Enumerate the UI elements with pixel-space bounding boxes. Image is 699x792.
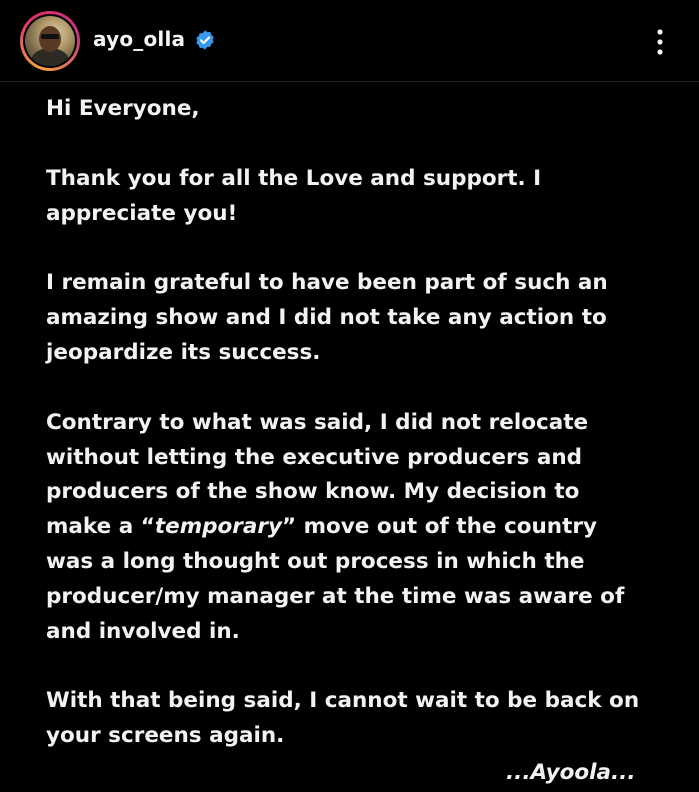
username-link[interactable]: ayo_olla	[93, 27, 185, 51]
more-vertical-icon[interactable]	[650, 26, 670, 58]
contrary-line: Contrary to what was said, I did not rel…	[46, 409, 589, 435]
temporary-italic: temporary	[154, 514, 282, 540]
grateful-line: amazing show and I did not take any acti…	[46, 305, 607, 331]
contrary-line: producers of the show know. My decision …	[46, 479, 580, 505]
profile-photo-icon	[25, 16, 75, 66]
signoff-text: ...Ayoola...	[506, 760, 636, 785]
closing-line: With that being said, I cannot wait to b…	[46, 688, 640, 714]
closing-line: your screens again.	[46, 723, 285, 749]
verified-badge-icon	[196, 30, 214, 50]
post-header: ayo_olla	[0, 0, 699, 82]
contrary-line: producer/my manager at the time was awar…	[46, 583, 625, 609]
contrary-line: make a “temporary” move out of the count…	[46, 510, 666, 545]
avatar[interactable]	[20, 11, 80, 71]
avatar-glasses-shape	[41, 34, 59, 39]
contrary-line-pre: make a “	[46, 514, 155, 540]
contrary-line: without letting the executive producers …	[46, 444, 583, 470]
contrary-line: was a long thought out process in which …	[46, 548, 585, 574]
avatar-ring-gap	[23, 14, 77, 68]
avatar-face-shape	[39, 26, 61, 52]
post-body: Hi Everyone, Thank you for all the Love …	[46, 92, 666, 754]
grateful-line: jeopardize its success.	[46, 339, 321, 365]
contrary-line-post: ” move out of the country	[281, 514, 597, 540]
greeting-text: Hi Everyone,	[46, 96, 200, 121]
contrary-line: and involved in.	[46, 618, 240, 644]
thanks-line: Thank you for all the Love and support. …	[46, 165, 542, 191]
grateful-line: I remain grateful to have been part of s…	[46, 270, 608, 296]
thanks-line: appreciate you!	[46, 200, 238, 226]
